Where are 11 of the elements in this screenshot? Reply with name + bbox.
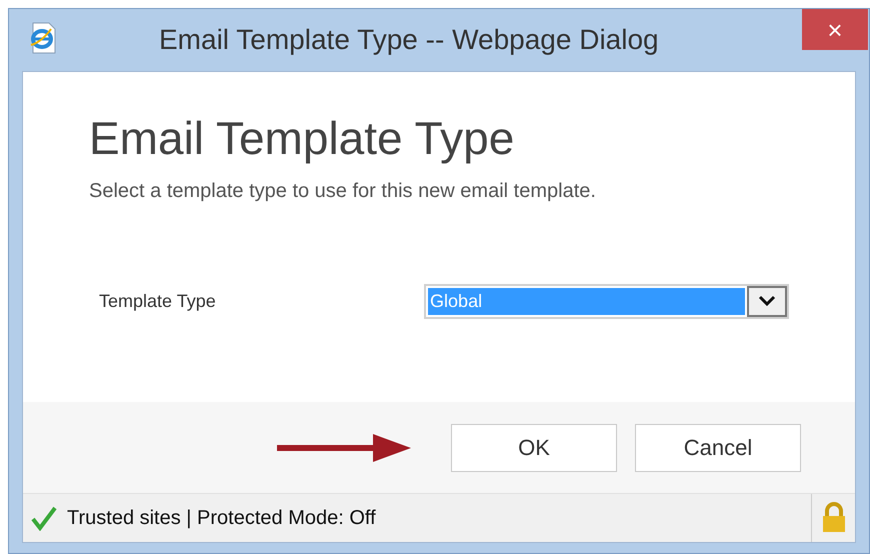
lock-icon: [820, 502, 846, 534]
status-text: Trusted sites | Protected Mode: Off: [67, 506, 376, 531]
check-icon: [31, 505, 57, 531]
dialog-button[interactable]: OK: [451, 424, 617, 472]
dialog-button[interactable]: Cancel: [635, 424, 801, 472]
dialog-heading: Email Template Type: [89, 111, 516, 166]
field-label: Template Type: [99, 290, 217, 313]
description-text: Select a template type to use for this new email template.: [89, 178, 597, 204]
close-button[interactable]: ×: [802, 9, 868, 50]
chevron-down-icon: [747, 286, 787, 316]
window-title: Email Template Type -- Webpage Dialog: [159, 23, 659, 57]
